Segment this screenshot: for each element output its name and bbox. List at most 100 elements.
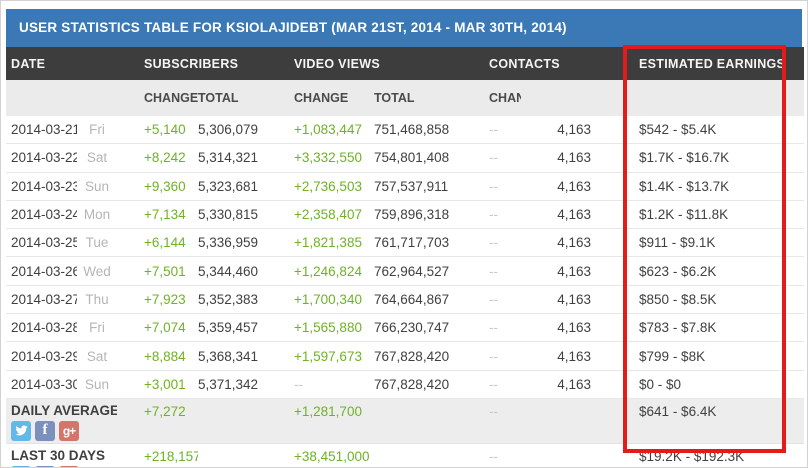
- date-cell: 2014-03-27: [6, 285, 77, 313]
- spacer-cell: [521, 443, 606, 468]
- column-header-row: DATE SUBSCRIBERS VIDEO VIEWS CONTACTS ES…: [6, 47, 804, 80]
- video-views-total-cell: 764,664,867: [374, 285, 489, 313]
- subscribers-change-cell: +7,074: [117, 314, 198, 342]
- col-header-video-views: VIDEO VIEWS: [294, 47, 489, 80]
- user-statistics-table: DATE SUBSCRIBERS VIDEO VIEWS CONTACTS ES…: [6, 47, 804, 468]
- col-header-date: DATE: [6, 47, 117, 80]
- estimated-earnings-cell: $911 - $9.1K: [606, 229, 804, 257]
- video-views-total-cell: 751,468,858: [374, 116, 489, 144]
- last-30-days-label: LAST 30 DAYS: [6, 444, 117, 465]
- contacts-change-cell: --: [489, 314, 521, 342]
- contacts-total-cell: 4,163: [521, 342, 606, 370]
- contacts-total-cell: 4,163: [521, 172, 606, 200]
- col-header-contacts: CONTACTS: [489, 47, 606, 80]
- estimated-earnings-cell: $783 - $7.8K: [606, 314, 804, 342]
- contacts-total-cell: 4,163: [521, 229, 606, 257]
- subscribers-change-cell: +7,134: [117, 200, 198, 228]
- day-cell: Tue: [77, 229, 117, 257]
- contacts-change-cell: --: [489, 172, 521, 200]
- subscribers-total-cell: 5,359,457: [198, 314, 294, 342]
- video-views-total-cell: 757,537,911: [374, 172, 489, 200]
- last-30-days-label-cell: LAST 30 DAYS f g+: [6, 443, 117, 468]
- table-row: 2014-03-28 Fri +7,074 5,359,457 +1,565,8…: [6, 314, 804, 342]
- subscribers-change-cell: +8,242: [117, 144, 198, 172]
- estimated-earnings-cell: $1.7K - $16.7K: [606, 144, 804, 172]
- daily-averages-row: DAILY AVERAGES f g+ +7,272 +1,281,700 --…: [6, 398, 804, 443]
- video-views-total-cell: 761,717,703: [374, 229, 489, 257]
- date-cell: 2014-03-23: [6, 172, 77, 200]
- subscribers-change-cell: +7,923: [117, 285, 198, 313]
- video-views-change-cell: +1,821,385: [294, 229, 374, 257]
- contacts-total-cell: 4,163: [521, 144, 606, 172]
- facebook-share-icon[interactable]: f: [35, 421, 55, 441]
- subscribers-change-cell: +7,501: [117, 257, 198, 285]
- date-cell: 2014-03-25: [6, 229, 77, 257]
- last30-subscribers-change: +218,157: [117, 443, 198, 468]
- estimated-earnings-cell: $1.4K - $13.7K: [606, 172, 804, 200]
- video-views-total-cell: 767,828,420: [374, 370, 489, 398]
- day-cell: Mon: [77, 200, 117, 228]
- subscribers-total-cell: 5,352,383: [198, 285, 294, 313]
- avg-estimated-earnings: $641 - $6.4K: [606, 398, 804, 443]
- contacts-change-cell: --: [489, 285, 521, 313]
- spacer-cell: [374, 398, 489, 443]
- table-row: 2014-03-23 Sun +9,360 5,323,681 +2,736,5…: [6, 172, 804, 200]
- subscribers-total-cell: 5,344,460: [198, 257, 294, 285]
- date-cell: 2014-03-22: [6, 144, 77, 172]
- table-row: 2014-03-25 Tue +6,144 5,336,959 +1,821,3…: [6, 229, 804, 257]
- date-cell: 2014-03-28: [6, 314, 77, 342]
- day-cell: Fri: [77, 116, 117, 144]
- video-views-change-cell: +2,736,503: [294, 172, 374, 200]
- contacts-total-cell: 4,163: [521, 116, 606, 144]
- avg-video-views-change: +1,281,700: [294, 398, 374, 443]
- day-cell: Sat: [77, 342, 117, 370]
- subscribers-change-cell: +9,360: [117, 172, 198, 200]
- contacts-change-cell: --: [489, 144, 521, 172]
- subheader-spacer: [606, 80, 804, 116]
- video-views-change-cell: +1,246,824: [294, 257, 374, 285]
- subscribers-change-cell: +6,144: [117, 229, 198, 257]
- twitter-share-icon[interactable]: [11, 421, 31, 441]
- subscribers-total-cell: 5,336,959: [198, 229, 294, 257]
- spacer-cell: [374, 443, 489, 468]
- google-plus-share-icon[interactable]: g+: [59, 421, 79, 441]
- table-row: 2014-03-21 Fri +5,140 5,306,079 +1,083,4…: [6, 116, 804, 144]
- spacer-cell: [198, 443, 294, 468]
- last30-estimated-earnings: $19.2K - $192.3K: [606, 443, 804, 468]
- subscribers-change-cell: +3,001: [117, 370, 198, 398]
- table-row: 2014-03-24 Mon +7,134 5,330,815 +2,358,4…: [6, 200, 804, 228]
- contacts-change-cell: --: [489, 229, 521, 257]
- subscribers-change-cell: +8,884: [117, 342, 198, 370]
- video-views-change-cell: +1,597,673: [294, 342, 374, 370]
- contacts-total-cell: 4,163: [521, 257, 606, 285]
- video-views-change-cell: +3,332,550: [294, 144, 374, 172]
- date-cell: 2014-03-30: [6, 370, 77, 398]
- estimated-earnings-cell: $542 - $5.4K: [606, 116, 804, 144]
- daily-averages-label-cell: DAILY AVERAGES f g+: [6, 398, 117, 443]
- contacts-change-cell: --: [489, 116, 521, 144]
- estimated-earnings-cell: $623 - $6.2K: [606, 257, 804, 285]
- day-cell: Sat: [77, 144, 117, 172]
- col-header-estimated-earnings: ESTIMATED EARNINGS: [606, 47, 804, 80]
- contacts-change-cell: --: [489, 370, 521, 398]
- video-views-change-cell: +1,083,447: [294, 116, 374, 144]
- social-share-row: f g+: [6, 421, 117, 441]
- contacts-change-cell: --: [489, 342, 521, 370]
- subscribers-total-cell: 5,371,342: [198, 370, 294, 398]
- last-30-days-row: LAST 30 DAYS f g+ +218,157 +38,451,000 -…: [6, 443, 804, 468]
- date-cell: 2014-03-26: [6, 257, 77, 285]
- estimated-earnings-cell: $0 - $0: [606, 370, 804, 398]
- avg-contacts-change: --: [489, 398, 521, 443]
- day-cell: Sun: [77, 370, 117, 398]
- date-cell: 2014-03-21: [6, 116, 77, 144]
- video-views-total-cell: 767,828,420: [374, 342, 489, 370]
- subscribers-total-cell: 5,330,815: [198, 200, 294, 228]
- video-views-change-cell: +2,358,407: [294, 200, 374, 228]
- day-cell: Fri: [77, 314, 117, 342]
- daily-averages-label: DAILY AVERAGES: [6, 399, 117, 420]
- table-row: 2014-03-26 Wed +7,501 5,344,460 +1,246,8…: [6, 257, 804, 285]
- last30-contacts-change: --: [489, 443, 521, 468]
- subscribers-total-cell: 5,368,341: [198, 342, 294, 370]
- video-views-change-cell: +1,700,340: [294, 285, 374, 313]
- sub-header-row: CHANGE TOTAL CHANGE TOTAL CHANGE: [6, 80, 804, 116]
